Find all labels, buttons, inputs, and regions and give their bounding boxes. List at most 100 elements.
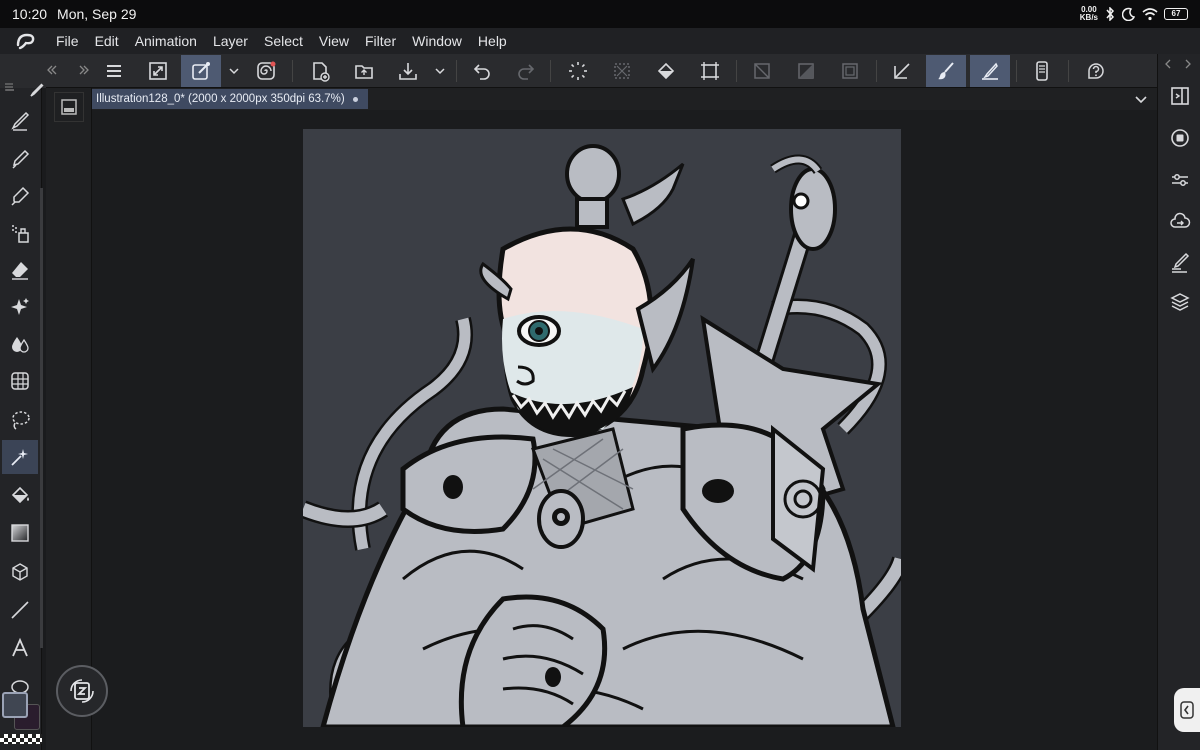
app-logo-icon[interactable] <box>14 31 38 51</box>
deselect-button[interactable] <box>602 55 642 87</box>
tool-magic-wand[interactable] <box>2 440 38 474</box>
open-button[interactable] <box>344 55 384 87</box>
mask-button[interactable] <box>786 55 826 87</box>
snap-icon <box>894 63 910 79</box>
menu-select[interactable]: Select <box>264 33 303 49</box>
save-button[interactable] <box>388 55 428 87</box>
chevron-down-icon <box>1135 96 1147 104</box>
panel-menu-icon[interactable] <box>4 82 14 92</box>
layers-button[interactable] <box>1164 286 1196 318</box>
airbrush-icon <box>12 225 29 243</box>
collapse-left-icon[interactable] <box>46 64 58 76</box>
rotate-canvas-icon <box>70 679 94 703</box>
tool-palette <box>0 83 43 750</box>
mask-icon <box>798 63 814 79</box>
brush-icon <box>938 62 954 80</box>
ruler-off-button[interactable] <box>742 55 782 87</box>
record-button[interactable] <box>1164 122 1196 154</box>
chevron-left-icon <box>1180 701 1194 719</box>
collapse-right-icon[interactable] <box>1162 58 1174 70</box>
undo-button[interactable] <box>462 55 502 87</box>
tool-text[interactable] <box>2 631 38 665</box>
menu-animation[interactable]: Animation <box>135 33 197 49</box>
tool-property-button[interactable] <box>1164 164 1196 196</box>
main-color-chip[interactable] <box>2 692 28 718</box>
menu-file[interactable]: File <box>56 33 79 49</box>
tool-scrollbar[interactable] <box>40 188 43 648</box>
tool-gradient[interactable] <box>2 516 38 550</box>
tab-list-button[interactable] <box>1130 88 1152 110</box>
collapse-left-icon[interactable] <box>1182 58 1194 70</box>
menu-bar: File Edit Animation Layer Select View Fi… <box>0 28 1200 54</box>
gradient-icon <box>11 524 29 542</box>
menu-edit[interactable]: Edit <box>95 33 119 49</box>
tool-decoration[interactable] <box>2 290 38 324</box>
eraser-icon <box>12 262 28 280</box>
cloud-sync-button[interactable] <box>1164 206 1196 238</box>
transform-dropdown[interactable] <box>224 55 244 87</box>
battery-indicator: 67 <box>1164 8 1188 20</box>
marker-icon <box>11 186 30 206</box>
sub-tool-item[interactable] <box>54 92 84 122</box>
transparent-color-chip[interactable] <box>0 734 42 744</box>
redo-button[interactable] <box>506 55 546 87</box>
artboard[interactable] <box>303 129 901 727</box>
status-date: Mon, Sep 29 <box>57 6 137 22</box>
snap-button[interactable] <box>882 55 922 87</box>
net-speed-unit: KB/s <box>1079 13 1098 22</box>
device-button[interactable] <box>1022 55 1062 87</box>
tool-lasso[interactable] <box>2 403 38 437</box>
help-icon <box>1088 63 1104 79</box>
help-button[interactable] <box>1076 55 1116 87</box>
illustration-artwork <box>303 144 901 727</box>
tool-3d[interactable] <box>2 555 38 589</box>
document-tab[interactable]: Illustration128_0* (2000 x 2000px 350dpi… <box>92 89 368 109</box>
pen-button[interactable] <box>970 55 1010 87</box>
undo-icon <box>473 64 490 80</box>
tool-pen[interactable] <box>2 104 38 138</box>
tool-pencil[interactable] <box>2 142 38 176</box>
menu-icon <box>107 65 121 77</box>
menu-filter[interactable]: Filter <box>365 33 396 49</box>
save-dropdown[interactable] <box>430 55 450 87</box>
tool-eraser[interactable] <box>2 253 38 287</box>
menu-view[interactable]: View <box>319 33 349 49</box>
tool-marker[interactable] <box>2 179 38 213</box>
loading-button[interactable] <box>558 55 598 87</box>
fit-screen-icon <box>149 62 167 80</box>
text-icon <box>12 637 28 657</box>
moon-icon <box>1122 7 1136 21</box>
quick-access-button[interactable] <box>56 665 108 717</box>
menu-window[interactable]: Window <box>412 33 462 49</box>
pen-settings-button[interactable] <box>1164 246 1196 278</box>
fill-button[interactable] <box>646 55 686 87</box>
line-icon <box>11 601 29 619</box>
tool-blend[interactable] <box>2 327 38 361</box>
bucket-icon <box>11 486 29 504</box>
new-canvas-button[interactable] <box>300 55 340 87</box>
side-drawer-handle[interactable] <box>1174 688 1200 732</box>
menu-layer[interactable]: Layer <box>213 33 248 49</box>
menu-button[interactable] <box>94 55 134 87</box>
wifi-icon <box>1142 8 1158 21</box>
fit-screen-button[interactable] <box>138 55 178 87</box>
spiral-button[interactable] <box>246 55 286 87</box>
command-bar <box>0 54 1200 88</box>
spiral-icon <box>257 61 276 80</box>
crop-button[interactable] <box>690 55 730 87</box>
frame-icon <box>842 63 858 79</box>
cloud-sync-icon <box>1170 212 1191 228</box>
blend-icon <box>12 337 29 353</box>
loading-icon <box>569 62 587 80</box>
tool-airbrush[interactable] <box>2 216 38 250</box>
tool-fill[interactable] <box>2 478 38 512</box>
tool-grid[interactable] <box>2 364 38 398</box>
tool-line[interactable] <box>2 593 38 627</box>
panel-toggle-button[interactable] <box>1164 80 1196 112</box>
frame-button[interactable] <box>830 55 870 87</box>
brush-button[interactable] <box>926 55 966 87</box>
status-time: 10:20 <box>12 6 48 22</box>
menu-help[interactable]: Help <box>478 33 507 49</box>
transform-button[interactable] <box>181 55 221 87</box>
collapse-right-icon[interactable] <box>78 64 90 76</box>
